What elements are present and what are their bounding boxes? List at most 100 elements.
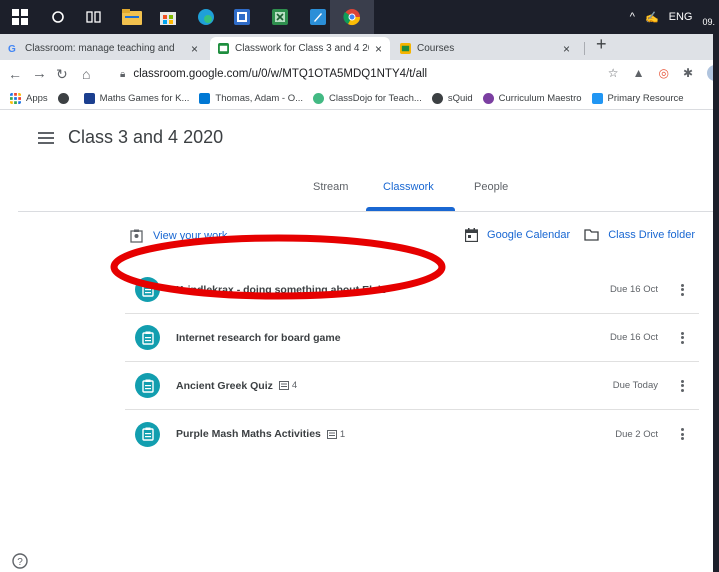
bookmark-maths-games[interactable]: Maths Games for K...: [83, 93, 190, 104]
assignment-title: Purple Mash Maths Activities: [176, 428, 321, 440]
outlook-icon[interactable]: [230, 5, 254, 29]
tab-label: Courses: [417, 43, 455, 54]
comment-icon: [326, 429, 337, 439]
close-icon[interactable]: ×: [369, 42, 382, 56]
lock-icon: 🔒︎: [120, 68, 126, 80]
classroom-favicon-icon: [400, 43, 411, 54]
more-options-icon[interactable]: [681, 379, 684, 392]
extension-icon[interactable]: ▲: [633, 66, 645, 80]
puzzle-icon[interactable]: ✱: [683, 66, 693, 80]
bookmarks-bar: Apps Maths Games for K... Thomas, Adam -…: [0, 88, 719, 110]
windows-taskbar: ^ ✍ ENG 09.: [0, 0, 719, 34]
excel-icon[interactable]: [268, 5, 292, 29]
notes-app-icon[interactable]: [306, 5, 330, 29]
assignment-title: Internet research for board game: [176, 331, 341, 344]
more-options-icon[interactable]: [681, 428, 684, 440]
tab-courses[interactable]: Courses ×: [392, 37, 578, 60]
bookmark-primary-resources[interactable]: Primary Resource: [591, 93, 684, 104]
clock[interactable]: 09.: [702, 17, 715, 27]
close-icon[interactable]: ×: [557, 42, 570, 56]
comment-icon: [278, 381, 289, 390]
pen-icon[interactable]: ✍: [645, 11, 659, 24]
back-icon[interactable]: ←: [8, 66, 22, 82]
list-item[interactable]: Internet research for board game Due 16 …: [125, 314, 699, 362]
tab-separator: [584, 42, 585, 55]
chrome-icon[interactable]: [340, 5, 364, 29]
bookmark-squid[interactable]: sQuid: [431, 93, 473, 104]
assignment-due: Due Today: [612, 380, 658, 391]
tab-classroom-manage[interactable]: G Classroom: manage teaching and ×: [0, 37, 206, 60]
task-view-icon[interactable]: [82, 5, 106, 29]
class-drive-folder-label: Class Drive folder: [608, 229, 695, 241]
folder-icon: [584, 229, 599, 241]
address-bar[interactable]: 🔒︎ classroom.google.com/u/0/w/MTQ1OTA5MD…: [120, 64, 620, 84]
close-icon[interactable]: ×: [185, 42, 198, 56]
outlook-icon: [199, 93, 211, 104]
assignment-due: Due 16 Oct: [609, 332, 658, 343]
more-options-icon[interactable]: [681, 283, 684, 296]
edge-icon[interactable]: [194, 5, 218, 29]
assignment-due: Due 2 Oct: [615, 428, 658, 440]
apps-grid-icon: [10, 93, 21, 104]
classdojo-icon: [313, 93, 325, 104]
assignment-title: Ancient Greek Quiz: [176, 379, 273, 392]
globe-icon: [57, 93, 69, 104]
assignment-icon: [135, 421, 160, 447]
tab-stream[interactable]: Stream: [313, 181, 348, 193]
windows-start-icon[interactable]: [8, 5, 32, 29]
bookmark-curriculum-maestro[interactable]: Curriculum Maestro: [482, 93, 582, 104]
calendar-icon: [465, 228, 479, 242]
search-icon[interactable]: [46, 5, 70, 29]
list-item[interactable]: Purple Mash Maths Activities 1 Due 2 Oct: [125, 410, 699, 458]
tab-label: Classwork for Class 3 and 4 2020: [235, 43, 369, 54]
bookmark-label: Thomas, Adam - O...: [215, 93, 304, 104]
bookmark-label: ClassDojo for Teach...: [329, 93, 422, 104]
url-text: classroom.google.com/u/0/w/MTQ1OTA5MDQ1N…: [133, 68, 428, 80]
maestro-icon: [482, 93, 494, 104]
comment-count: 4: [278, 380, 298, 391]
reload-icon[interactable]: ↻: [56, 66, 68, 82]
file-explorer-icon[interactable]: [120, 5, 144, 29]
google-calendar-label: Google Calendar: [487, 229, 571, 241]
tab-people[interactable]: People: [474, 181, 508, 193]
bookmark-label: sQuid: [447, 93, 473, 104]
home-icon[interactable]: ⌂: [82, 66, 90, 82]
bookmark-classdojo[interactable]: ClassDojo for Teach...: [313, 93, 422, 104]
tab-classwork[interactable]: Classwork: [383, 181, 434, 193]
store-icon[interactable]: [156, 5, 180, 29]
primary-resources-icon: [591, 93, 603, 104]
forward-icon[interactable]: →: [32, 66, 47, 82]
assignment-due: Due 16 Oct: [609, 284, 658, 295]
tab-classwork[interactable]: Classwork for Class 3 and 4 2020 ×: [210, 37, 390, 60]
list-item[interactable]: Ancient Greek Quiz 4 Due Today: [125, 362, 699, 410]
bookmark-label: Apps: [26, 93, 48, 104]
comment-count: 1: [326, 429, 345, 440]
tray-chevron-icon[interactable]: ^: [630, 11, 635, 23]
bookmark-globe[interactable]: [57, 93, 74, 104]
class-nav: Stream Classwork People: [0, 181, 719, 211]
main-menu-icon[interactable]: [38, 132, 54, 144]
comment-count-value: 4: [291, 380, 298, 391]
help-icon[interactable]: ?: [12, 553, 28, 572]
bookmark-apps[interactable]: Apps: [10, 93, 48, 104]
browser-tools: ☆ ▲ ◎ ✱: [608, 65, 719, 81]
bookmark-label: Maths Games for K...: [99, 93, 190, 104]
google-favicon-icon: G: [8, 44, 16, 54]
star-icon[interactable]: ☆: [608, 66, 619, 80]
bookmark-outlook[interactable]: Thomas, Adam - O...: [199, 93, 303, 104]
globe-icon: [431, 93, 443, 104]
extension-icon[interactable]: ◎: [658, 66, 668, 80]
svg-text:?: ?: [17, 557, 23, 568]
nav-divider: [18, 211, 719, 212]
tab-label: Classroom: manage teaching and: [25, 43, 175, 54]
class-title[interactable]: Class 3 and 4 2020: [68, 127, 223, 148]
new-tab-icon[interactable]: +: [596, 34, 607, 55]
assignment-icon: [135, 373, 160, 398]
google-calendar-link[interactable]: Google Calendar: [465, 228, 570, 242]
more-options-icon[interactable]: [681, 331, 684, 344]
maths-games-icon: [83, 93, 95, 104]
bookmark-label: Curriculum Maestro: [498, 93, 582, 104]
class-drive-folder-link[interactable]: Class Drive folder: [584, 229, 695, 241]
language-indicator[interactable]: ENG: [669, 11, 693, 23]
screenshot-root: ^ ✍ ENG 09. G Classroom: manage teaching…: [0, 0, 719, 572]
